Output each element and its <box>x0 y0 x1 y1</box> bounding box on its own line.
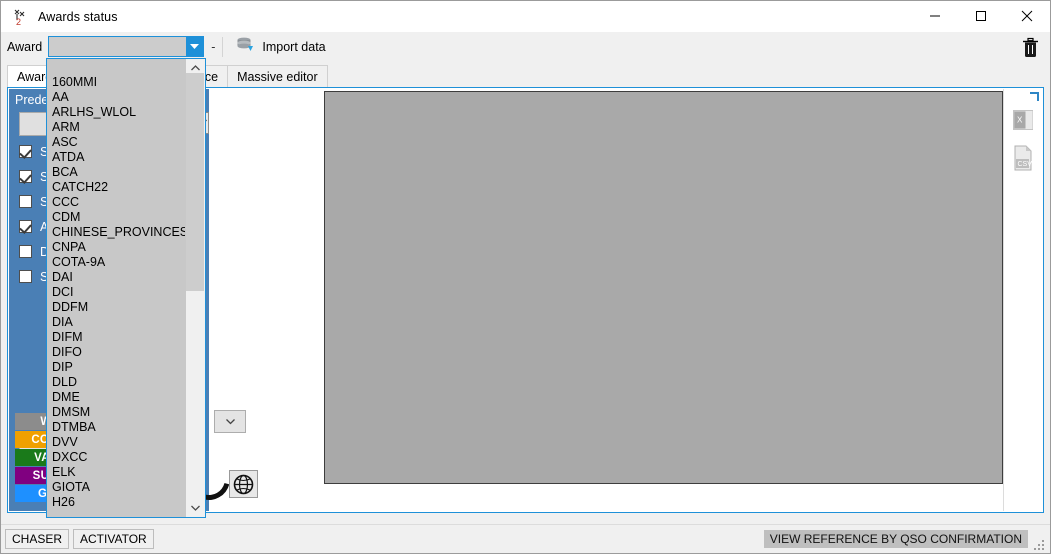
svg-text:2: 2 <box>16 17 21 27</box>
award-dropdown-list[interactable]: 160MMI AA ARLHS_WLOL ARM ASC ATDA BCA CATCH22 CC… <box>47 59 186 517</box>
chevron-down-icon[interactable] <box>186 37 204 56</box>
chevron-down-icon <box>225 418 235 424</box>
globe-icon[interactable] <box>229 470 258 498</box>
dropdown-item[interactable]: CCC <box>47 195 186 210</box>
import-data-button[interactable]: Import data <box>231 35 329 59</box>
checkbox-icon[interactable] <box>19 145 32 158</box>
tab-massive-editor-label: Massive editor <box>237 70 318 84</box>
dropdown-item[interactable]: DMSM <box>47 405 186 420</box>
window-controls <box>912 1 1050 31</box>
dropdown-item[interactable]: DTMBA <box>47 420 186 435</box>
maximize-icon[interactable] <box>958 1 1004 31</box>
excel-export-icon[interactable]: X <box>1006 103 1040 137</box>
dropdown-item[interactable]: DVV <box>47 435 186 450</box>
reference-note: VIEW REFERENCE BY QSO CONFIRMATION <box>763 530 1028 548</box>
dropdown-item[interactable]: DXCC <box>47 450 186 465</box>
resize-grip[interactable] <box>1034 538 1046 550</box>
scrollbar-thumb[interactable] <box>186 73 204 291</box>
dropdown-item[interactable]: DME <box>47 390 186 405</box>
dropdown-item[interactable]: ASC <box>47 135 186 150</box>
checkbox-icon[interactable] <box>19 270 32 283</box>
toolbar-separator-dash: - <box>211 39 216 54</box>
dropdown-item[interactable]: ARM <box>47 120 186 135</box>
dropdown-item[interactable]: DIA <box>47 315 186 330</box>
dropdown-item[interactable]: H26 <box>47 495 186 510</box>
award-select[interactable] <box>48 36 205 57</box>
awards-app-icon: 2 <box>10 7 30 27</box>
dropdown-item[interactable]: CNPA <box>47 240 186 255</box>
chaser-button[interactable]: CHASER <box>5 529 70 549</box>
dropdown-item[interactable]: CHINESE_PROVINCES <box>47 225 186 240</box>
panel-corner-marker <box>1030 92 1039 101</box>
checkbox-icon[interactable] <box>19 220 32 233</box>
checkbox-icon[interactable] <box>19 245 32 258</box>
awards-status-window: 2 Awards status Award - Import data Awar… <box>0 0 1051 554</box>
checkbox-icon[interactable] <box>19 195 32 208</box>
dropdown-item[interactable]: DIFM <box>47 330 186 345</box>
export-toolbar: X CSV <box>1003 89 1042 511</box>
status-bar: CHASER ACTIVATOR VIEW REFERENCE BY QSO C… <box>1 524 1050 553</box>
dropdown-scrollbar[interactable] <box>185 59 205 517</box>
svg-text:X: X <box>1017 116 1023 125</box>
dropdown-item[interactable]: DDFM <box>47 300 186 315</box>
dropdown-item[interactable]: AA <box>47 90 186 105</box>
dropdown-item[interactable]: ARLHS_WLOL <box>47 105 186 120</box>
dropdown-item[interactable]: ELK <box>47 465 186 480</box>
tab-massive-editor[interactable]: Massive editor <box>227 65 328 88</box>
dropdown-item[interactable]: DIFO <box>47 345 186 360</box>
title-bar: 2 Awards status <box>1 1 1050 32</box>
award-label: Award <box>7 39 43 54</box>
award-dropdown-popup[interactable]: 160MMI AA ARLHS_WLOL ARM ASC ATDA BCA CATCH22 CC… <box>46 58 206 518</box>
csv-export-icon[interactable]: CSV <box>1006 141 1040 175</box>
chevron-down-icon[interactable] <box>186 499 204 517</box>
awards-grid-panel[interactable] <box>324 91 1003 484</box>
import-data-label: Import data <box>262 39 326 54</box>
dropdown-item[interactable]: DIP <box>47 360 186 375</box>
toolbar: Award - Import data <box>1 32 1050 61</box>
dropdown-item[interactable]: DAI <box>47 270 186 285</box>
dropdown-item[interactable]: ATDA <box>47 150 186 165</box>
database-import-icon <box>235 35 255 58</box>
checkbox-icon[interactable] <box>19 170 32 183</box>
svg-text:CSV: CSV <box>1018 161 1033 168</box>
close-icon[interactable] <box>1004 1 1050 31</box>
window-title: Awards status <box>38 9 118 24</box>
trash-icon[interactable] <box>1015 34 1045 60</box>
dropdown-item[interactable]: GIOTA <box>47 480 186 495</box>
dropdown-item[interactable]: COTA-9A <box>47 255 186 270</box>
minimize-icon[interactable] <box>912 1 958 31</box>
dropdown-item[interactable]: CATCH22 <box>47 180 186 195</box>
view-mode-select[interactable] <box>214 410 246 433</box>
dropdown-item[interactable]: 160MMI <box>47 75 186 90</box>
dropdown-item[interactable]: DLD <box>47 375 186 390</box>
dropdown-item[interactable]: DCI <box>47 285 186 300</box>
activator-button[interactable]: ACTIVATOR <box>73 529 154 549</box>
dropdown-item[interactable]: BCA <box>47 165 186 180</box>
dropdown-item[interactable]: CDM <box>47 210 186 225</box>
toolbar-divider <box>222 36 224 57</box>
